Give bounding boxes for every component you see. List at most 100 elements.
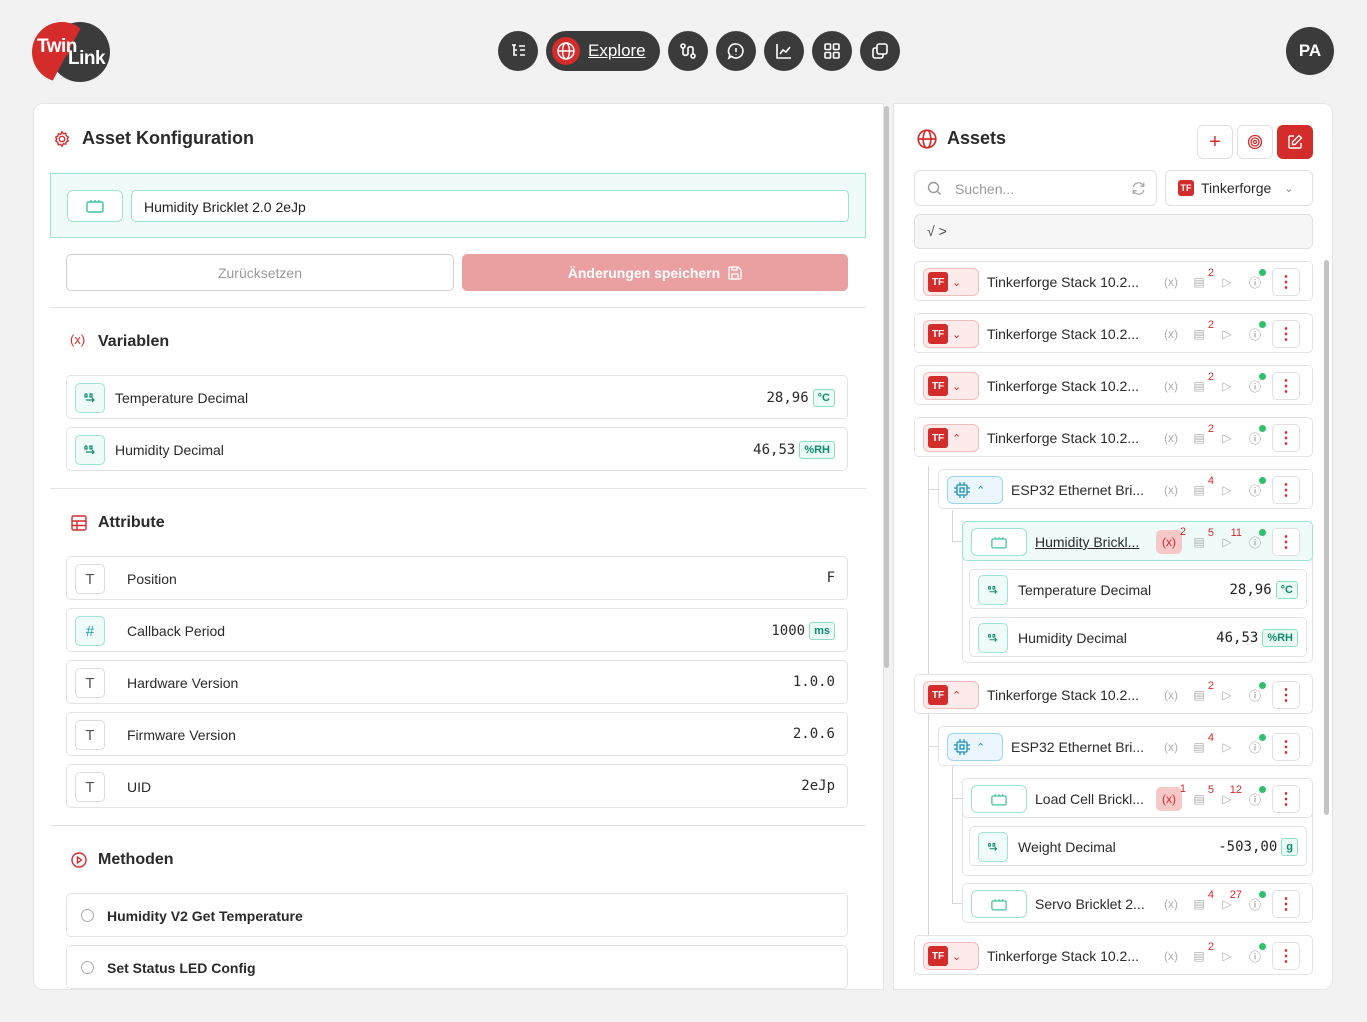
variables-icon[interactable]: (x) bbox=[1160, 893, 1182, 915]
bricklet-badge[interactable] bbox=[971, 528, 1027, 556]
variables-icon[interactable]: (x) bbox=[1160, 271, 1182, 293]
variable-row[interactable]: Humidity Decimal 46,53 %RH bbox=[66, 427, 848, 471]
reset-button[interactable]: Zurücksetzen bbox=[66, 254, 454, 291]
variables-icon[interactable]: (x) bbox=[1160, 375, 1182, 397]
refresh-icon[interactable] bbox=[1131, 181, 1146, 196]
stack-badge[interactable]: TF ⌃ bbox=[923, 681, 979, 709]
tree-node-loadcell-bricklet[interactable]: Load Cell Brickl... (x) 1 ▤ 5 ▷ 12 ⓘ ⋮ bbox=[962, 778, 1313, 818]
bricklet-badge[interactable] bbox=[971, 785, 1027, 813]
provider-filter-select[interactable]: TF Tinkerforge ⌄ bbox=[1165, 170, 1313, 206]
nav-tree-button[interactable] bbox=[498, 31, 538, 71]
methods-icon[interactable]: ▷ 11 bbox=[1216, 527, 1242, 553]
nav-chat-button[interactable] bbox=[716, 31, 756, 71]
methods-icon[interactable]: ▷ bbox=[1216, 479, 1238, 501]
attribute-row[interactable]: T Position F bbox=[66, 556, 848, 600]
user-avatar[interactable]: PA bbox=[1286, 27, 1334, 75]
info-icon[interactable]: ⓘ bbox=[1244, 373, 1266, 397]
nav-explore-button[interactable]: Explore bbox=[546, 31, 660, 71]
methods-icon[interactable]: ▷ bbox=[1216, 736, 1238, 758]
info-icon[interactable]: ⓘ bbox=[1244, 529, 1266, 553]
method-row[interactable]: Humidity V2 Get Temperature bbox=[66, 893, 848, 937]
info-icon[interactable]: ⓘ bbox=[1244, 786, 1266, 810]
attribute-row[interactable]: T Hardware Version 1.0.0 bbox=[66, 660, 848, 704]
right-scrollbar[interactable] bbox=[1324, 260, 1329, 815]
tree-variable-row[interactable]: Weight Decimal -503,00 g bbox=[969, 826, 1307, 866]
stack-badge[interactable]: TF ⌄ bbox=[923, 942, 979, 970]
more-menu-button[interactable]: ⋮ bbox=[1272, 785, 1300, 813]
nav-routes-button[interactable] bbox=[668, 31, 708, 71]
more-menu-button[interactable]: ⋮ bbox=[1272, 372, 1300, 400]
attributes-icon[interactable]: ▤ 2 bbox=[1188, 423, 1214, 449]
add-asset-button[interactable]: + bbox=[1197, 125, 1233, 159]
tree-node-stack[interactable]: TF ⌄ Tinkerforge Stack 10.2... (x) ▤ 2 ▷ ⓘ ⋮ bbox=[914, 365, 1313, 405]
methods-icon[interactable]: ▷ bbox=[1216, 271, 1238, 293]
variables-icon[interactable]: (x) bbox=[1160, 323, 1182, 345]
bricklet-badge[interactable] bbox=[971, 890, 1027, 918]
more-menu-button[interactable]: ⋮ bbox=[1272, 733, 1300, 761]
variables-icon[interactable]: (x) 1 bbox=[1156, 783, 1186, 811]
nav-chart-button[interactable] bbox=[764, 31, 804, 71]
more-menu-button[interactable]: ⋮ bbox=[1272, 320, 1300, 348]
attributes-icon[interactable]: ▤ 2 bbox=[1188, 941, 1214, 967]
attributes-icon[interactable]: ▤ 2 bbox=[1188, 680, 1214, 706]
methods-icon[interactable]: ▷ bbox=[1216, 323, 1238, 345]
methods-icon[interactable]: ▷ 27 bbox=[1216, 889, 1242, 915]
asset-name-input[interactable]: Humidity Bricklet 2.0 2eJp bbox=[131, 190, 849, 222]
methods-icon[interactable]: ▷ bbox=[1216, 684, 1238, 706]
more-menu-button[interactable]: ⋮ bbox=[1272, 681, 1300, 709]
variables-icon[interactable]: (x) 2 bbox=[1156, 526, 1186, 554]
nav-dashboard-button[interactable] bbox=[812, 31, 852, 71]
attributes-icon[interactable]: ▤ 2 bbox=[1188, 267, 1214, 293]
tree-node-stack[interactable]: TF ⌄ Tinkerforge Stack 10.2... (x) ▤ 2 ▷ ⓘ ⋮ bbox=[914, 935, 1313, 975]
more-menu-button[interactable]: ⋮ bbox=[1272, 424, 1300, 452]
info-icon[interactable]: ⓘ bbox=[1244, 269, 1266, 293]
attribute-row[interactable]: T UID 2eJp bbox=[66, 764, 848, 808]
variables-icon[interactable]: (x) bbox=[1160, 945, 1182, 967]
target-button[interactable] bbox=[1237, 125, 1273, 159]
more-menu-button[interactable]: ⋮ bbox=[1272, 476, 1300, 504]
attributes-icon[interactable]: ▤ 4 bbox=[1188, 889, 1214, 915]
info-icon[interactable]: ⓘ bbox=[1244, 943, 1266, 967]
left-scrollbar[interactable] bbox=[884, 106, 889, 668]
info-icon[interactable]: ⓘ bbox=[1244, 321, 1266, 345]
info-icon[interactable]: ⓘ bbox=[1244, 682, 1266, 706]
attributes-icon[interactable]: ▤ 4 bbox=[1188, 475, 1214, 501]
attributes-icon[interactable]: ▤ 2 bbox=[1188, 371, 1214, 397]
methods-icon[interactable]: ▷ bbox=[1216, 427, 1238, 449]
twinlink-logo[interactable]: Twin Link bbox=[32, 22, 112, 82]
info-icon[interactable]: ⓘ bbox=[1244, 734, 1266, 758]
nav-copy-button[interactable] bbox=[860, 31, 900, 71]
info-icon[interactable]: ⓘ bbox=[1244, 425, 1266, 449]
esp-badge[interactable]: ⌃ bbox=[947, 476, 1003, 504]
attribute-row[interactable]: T Firmware Version 2.0.6 bbox=[66, 712, 848, 756]
variable-row[interactable]: Temperature Decimal 28,96 °C bbox=[66, 375, 848, 419]
tree-node-stack-expanded[interactable]: TF ⌃ Tinkerforge Stack 10.2... (x) ▤ 2 ▷ ⓘ ⋮ bbox=[914, 417, 1313, 457]
tree-node-humidity-bricklet[interactable]: Humidity Brickl... (x) 2 ▤ 5 ▷ 11 ⓘ ⋮ bbox=[962, 521, 1313, 561]
edit-button[interactable] bbox=[1277, 125, 1313, 159]
tree-node-esp32[interactable]: ⌃ ESP32 Ethernet Bri... (x) ▤ 4 ▷ ⓘ ⋮ bbox=[938, 469, 1313, 509]
asset-type-button[interactable] bbox=[67, 190, 123, 222]
more-menu-button[interactable]: ⋮ bbox=[1272, 890, 1300, 918]
tree-variable-row[interactable]: Temperature Decimal 28,96 °C bbox=[969, 569, 1307, 609]
methods-icon[interactable]: ▷ bbox=[1216, 945, 1238, 967]
more-menu-button[interactable]: ⋮ bbox=[1272, 942, 1300, 970]
info-icon[interactable]: ⓘ bbox=[1244, 477, 1266, 501]
esp-badge[interactable]: ⌃ bbox=[947, 733, 1003, 761]
method-row[interactable]: Set Status LED Config bbox=[66, 945, 848, 989]
attributes-icon[interactable]: ▤ 5 bbox=[1188, 784, 1214, 810]
variables-icon[interactable]: (x) bbox=[1160, 684, 1182, 706]
more-menu-button[interactable]: ⋮ bbox=[1272, 268, 1300, 296]
variables-icon[interactable]: (x) bbox=[1160, 427, 1182, 449]
attribute-row[interactable]: # Callback Period 1000 ms bbox=[66, 608, 848, 652]
stack-badge[interactable]: TF ⌄ bbox=[923, 320, 979, 348]
search-input[interactable]: Suchen... bbox=[914, 170, 1157, 206]
more-menu-button[interactable]: ⋮ bbox=[1272, 528, 1300, 556]
methods-icon[interactable]: ▷ 12 bbox=[1216, 784, 1242, 810]
tree-node-stack-expanded[interactable]: TF ⌃ Tinkerforge Stack 10.2... (x) ▤ 2 ▷ ⓘ ⋮ bbox=[914, 674, 1313, 714]
variables-icon[interactable]: (x) bbox=[1160, 479, 1182, 501]
tree-node-servo-bricklet[interactable]: Servo Bricklet 2... (x) ▤ 4 ▷ 27 ⓘ ⋮ bbox=[962, 883, 1313, 923]
stack-badge[interactable]: TF ⌄ bbox=[923, 372, 979, 400]
info-icon[interactable]: ⓘ bbox=[1244, 891, 1266, 915]
breadcrumb[interactable]: √ > bbox=[914, 214, 1313, 249]
methods-icon[interactable]: ▷ bbox=[1216, 375, 1238, 397]
